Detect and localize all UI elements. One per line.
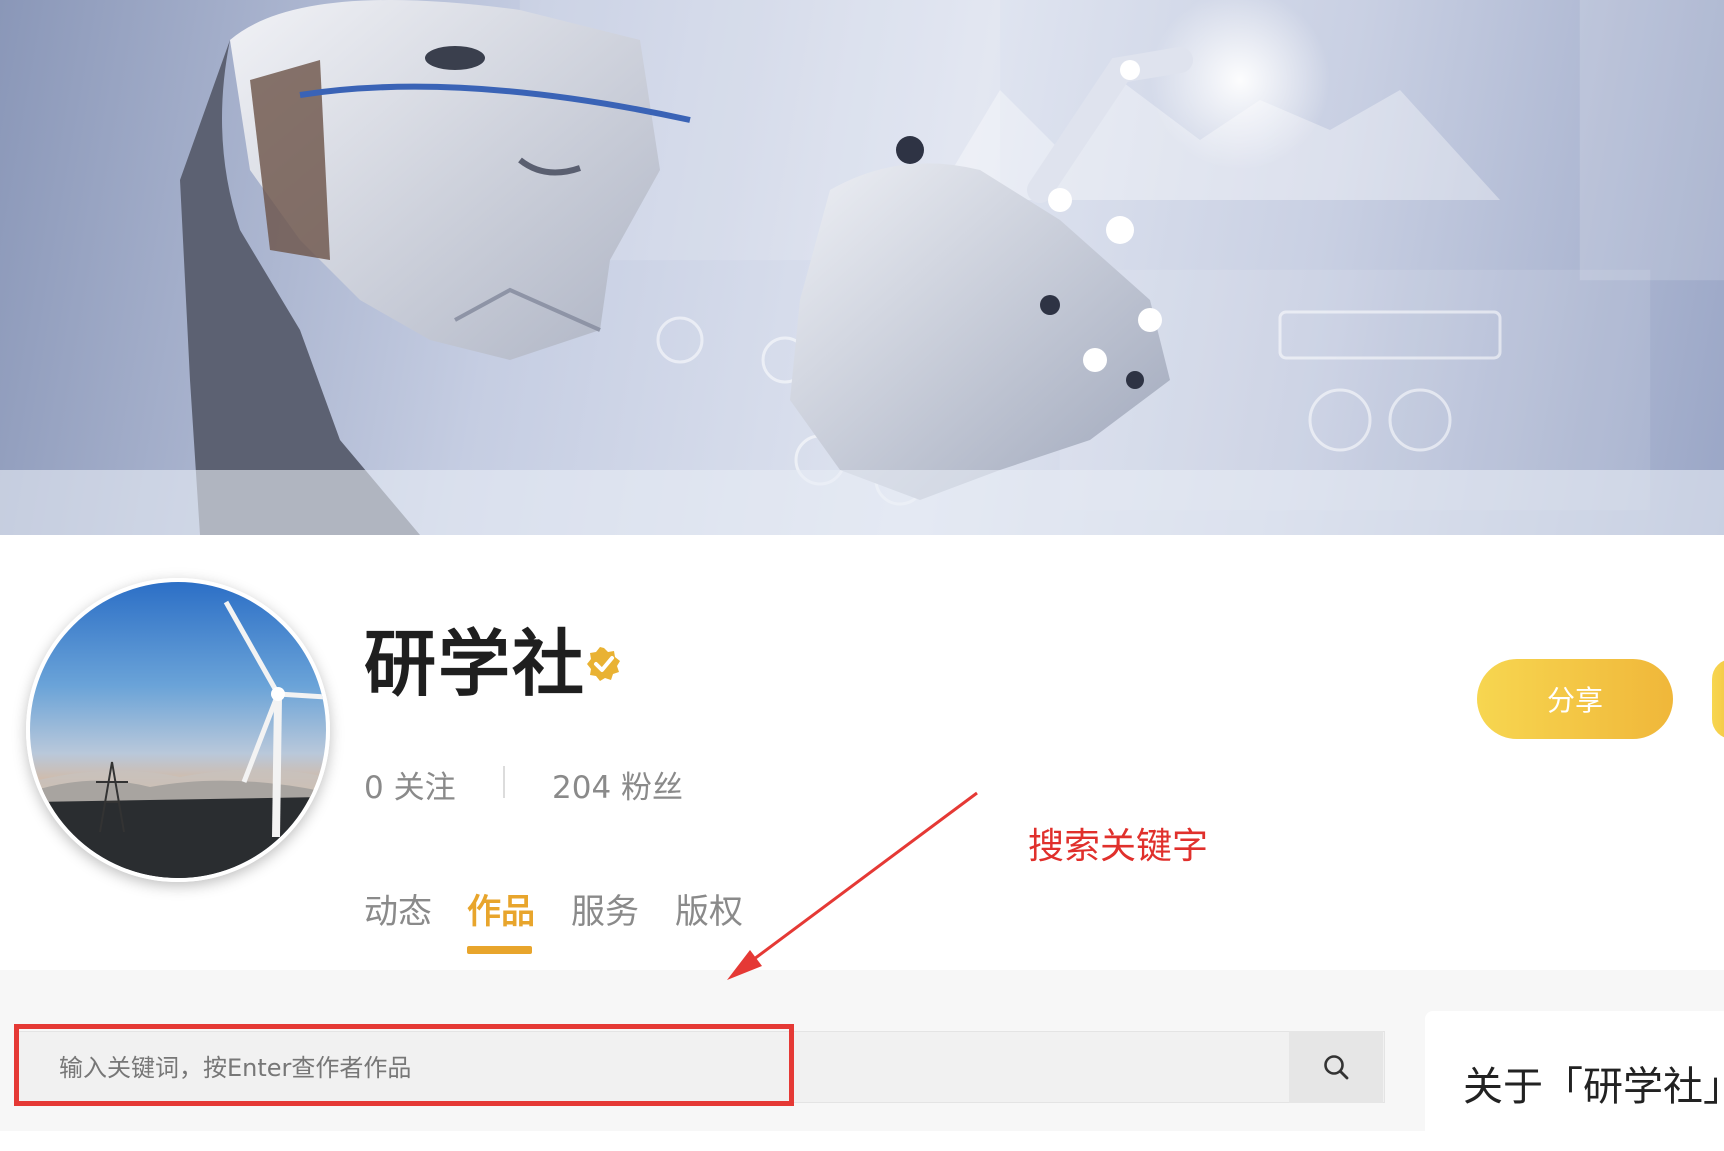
followers-stat[interactable]: 204 粉丝 [552,762,683,807]
share-button[interactable]: 分享 [1477,659,1673,739]
tab-dynamics[interactable]: 动态 [364,884,432,933]
followers-label: 粉丝 [621,770,684,806]
search-input[interactable] [57,1032,1281,1104]
avatar-wind-turbine-image [30,600,326,878]
annotation-label: 搜索关键字 [1028,826,1209,867]
profile-name: 研学社 [364,622,587,706]
avatar[interactable] [26,578,330,882]
search-button[interactable] [1289,1031,1383,1103]
following-label: 关注 [393,770,456,806]
active-tab-indicator [467,946,532,954]
stats-divider [503,766,505,798]
tab-works[interactable]: 作品 [467,884,535,933]
tab-services[interactable]: 服务 [571,884,639,933]
about-title: 关于「研学社」 [1463,1064,1724,1110]
followers-count: 204 [552,770,612,806]
verified-badge-icon [587,647,620,681]
profile-banner [0,0,1724,535]
search-bar [16,1031,1385,1104]
search-icon [1324,1055,1349,1080]
following-count: 0 [364,770,384,806]
robot-hud-banner-image [0,0,1724,535]
secondary-action-button[interactable] [1712,659,1724,739]
following-stat[interactable]: 0 关注 [364,762,456,807]
tab-copyright[interactable]: 版权 [675,884,743,933]
